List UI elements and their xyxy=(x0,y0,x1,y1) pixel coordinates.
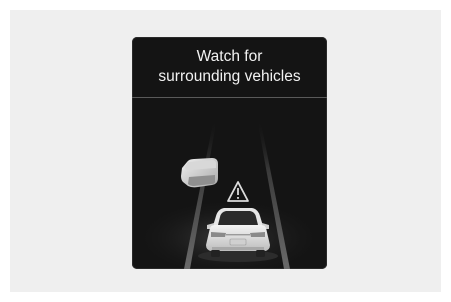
warning-message: Watch for surrounding vehicles xyxy=(132,37,327,97)
vehicle-icon xyxy=(181,158,218,188)
warning-message-line-2: surrounding vehicles xyxy=(158,68,301,85)
driving-scene xyxy=(132,98,327,269)
warning-message-line-1: Watch for xyxy=(196,48,263,65)
cluster-display: Watch for surrounding vehicles xyxy=(132,37,327,269)
